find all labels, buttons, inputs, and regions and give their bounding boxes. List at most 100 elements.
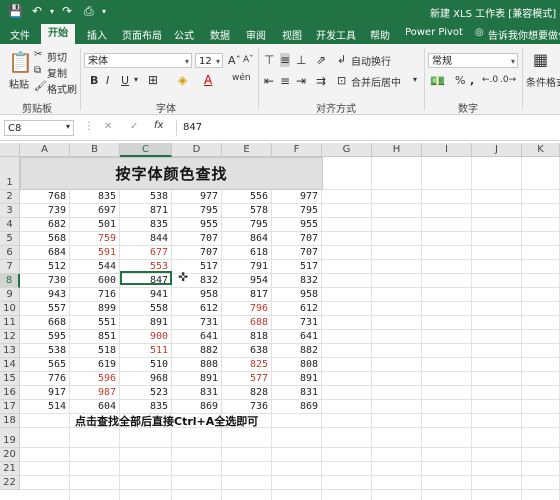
cell-e8[interactable]: 954: [222, 274, 272, 287]
cell-f14[interactable]: 808: [272, 358, 322, 371]
wrap-text-icon[interactable]: ↲: [337, 53, 346, 66]
align-right-icon[interactable]: ⇥: [296, 74, 306, 88]
tab-home[interactable]: 开始: [41, 24, 75, 44]
cell-e17[interactable]: 736: [222, 400, 272, 413]
cell-e3[interactable]: 578: [222, 204, 272, 217]
number-format-combo[interactable]: 常规 ▾: [428, 53, 518, 68]
cell-c10[interactable]: 558: [120, 302, 172, 315]
cell-e5[interactable]: 864: [222, 232, 272, 245]
cell-a15[interactable]: 776: [20, 372, 70, 385]
cell-b16[interactable]: 987: [70, 386, 120, 399]
row-header-14[interactable]: 14: [0, 358, 20, 372]
cell-d2[interactable]: 977: [172, 190, 222, 203]
insert-function-button[interactable]: fx: [154, 120, 163, 131]
cell-d13[interactable]: 882: [172, 344, 222, 357]
cell-e4[interactable]: 795: [222, 218, 272, 231]
chevron-down-icon[interactable]: ▾: [134, 75, 138, 84]
row-header-5[interactable]: 5: [0, 232, 20, 246]
row-header-19[interactable]: 19: [0, 428, 20, 448]
cell-c17[interactable]: 835: [120, 400, 172, 413]
shrink-font-icon[interactable]: Aˇ: [243, 55, 254, 65]
cell-a8[interactable]: 730: [20, 274, 70, 287]
chevron-down-icon[interactable]: ▾: [511, 54, 515, 69]
print-preview-icon[interactable]: ⎙: [84, 4, 94, 19]
paste-icon[interactable]: 📋: [8, 50, 33, 74]
cell-e10[interactable]: 796: [222, 302, 272, 315]
column-header-e[interactable]: E: [222, 143, 272, 157]
cell-d12[interactable]: 641: [172, 330, 222, 343]
instruction-note[interactable]: 点击查找全部后直接Ctrl+A全选即可: [75, 413, 258, 429]
cell-b12[interactable]: 851: [70, 330, 120, 343]
cell-f9[interactable]: 958: [272, 288, 322, 301]
cell-d6[interactable]: 707: [172, 246, 222, 259]
align-top-icon[interactable]: ⊤: [264, 53, 274, 67]
column-header-f[interactable]: F: [272, 143, 322, 157]
decrease-decimal-icon[interactable]: .0→: [500, 75, 516, 85]
tell-me-search[interactable]: 告诉我你想要做什么: [488, 27, 560, 42]
cell-e15[interactable]: 577: [222, 372, 272, 385]
chevron-down-icon[interactable]: ▾: [216, 54, 220, 69]
row-header-2[interactable]: 2: [0, 190, 20, 204]
cell-a17[interactable]: 514: [20, 400, 70, 413]
cell-a9[interactable]: 943: [20, 288, 70, 301]
cell-b14[interactable]: 619: [70, 358, 120, 371]
column-header-j[interactable]: J: [472, 143, 522, 157]
cell-e13[interactable]: 638: [222, 344, 272, 357]
cell-c4[interactable]: 835: [120, 218, 172, 231]
tab-power-pivot[interactable]: Power Pivot: [405, 27, 463, 38]
cell-f16[interactable]: 831: [272, 386, 322, 399]
enter-button[interactable]: ✓: [130, 121, 138, 132]
cell-b8[interactable]: 600: [70, 274, 120, 287]
tab-developer[interactable]: 开发工具: [316, 27, 356, 42]
select-all-corner[interactable]: [0, 143, 20, 157]
cell-e2[interactable]: 556: [222, 190, 272, 203]
cell-b15[interactable]: 596: [70, 372, 120, 385]
align-center-icon[interactable]: ≡: [280, 74, 290, 88]
cell-f8[interactable]: 832: [272, 274, 322, 287]
merge-center-button[interactable]: 合并后居中: [351, 74, 401, 89]
cell-c15[interactable]: 968: [120, 372, 172, 385]
cell-b6[interactable]: 591: [70, 246, 120, 259]
cell-d14[interactable]: 808: [172, 358, 222, 371]
cell-a12[interactable]: 595: [20, 330, 70, 343]
row-header-22[interactable]: 22: [0, 476, 20, 490]
cell-b3[interactable]: 697: [70, 204, 120, 217]
column-header-g[interactable]: G: [322, 143, 372, 157]
cell-f15[interactable]: 891: [272, 372, 322, 385]
row-header-15[interactable]: 15: [0, 372, 20, 386]
align-middle-icon[interactable]: ≡: [280, 53, 291, 67]
cell-b5[interactable]: 759: [70, 232, 120, 245]
spreadsheet-grid[interactable]: A B C D E F G H I J K 1 2 3 4 5 6 7 8 9 10 11 12 13 14 15 16 17 18 19…: [0, 143, 560, 500]
cell-c2[interactable]: 538: [120, 190, 172, 203]
underline-button[interactable]: U: [121, 74, 129, 87]
tab-page-layout[interactable]: 页面布局: [122, 27, 162, 42]
orientation-icon[interactable]: ⇗: [316, 53, 326, 67]
cell-f6[interactable]: 707: [272, 246, 322, 259]
wrap-text-button[interactable]: 自动换行: [351, 53, 391, 68]
cell-f4[interactable]: 955: [272, 218, 322, 231]
cell-e16[interactable]: 828: [222, 386, 272, 399]
cell-f2[interactable]: 977: [272, 190, 322, 203]
tab-review[interactable]: 审阅: [246, 27, 266, 42]
format-painter-icon[interactable]: 🖌: [34, 81, 47, 92]
cell-d17[interactable]: 869: [172, 400, 222, 413]
cut-button[interactable]: 剪切: [47, 49, 67, 64]
row-header-16[interactable]: 16: [0, 386, 20, 400]
cell-b4[interactable]: 501: [70, 218, 120, 231]
currency-icon[interactable]: 💵: [430, 74, 445, 88]
row-header-21[interactable]: 21: [0, 462, 20, 476]
column-header-c[interactable]: C: [120, 143, 172, 157]
column-header-k[interactable]: K: [522, 143, 560, 157]
cell-e7[interactable]: 791: [222, 260, 272, 273]
font-size-combo[interactable]: 12 ▾: [195, 53, 223, 68]
chevron-down-icon[interactable]: ▾: [185, 54, 189, 69]
cell-a7[interactable]: 512: [20, 260, 70, 273]
chevron-down-icon[interactable]: ▾: [50, 7, 54, 16]
chevron-down-icon[interactable]: ▾: [413, 75, 417, 84]
fill-color-icon[interactable]: ◈: [178, 73, 187, 87]
cell-d16[interactable]: 831: [172, 386, 222, 399]
cell-b2[interactable]: 835: [70, 190, 120, 203]
row-header-7[interactable]: 7: [0, 260, 20, 274]
cell-f17[interactable]: 869: [272, 400, 322, 413]
indent-icon[interactable]: ⇉: [316, 74, 326, 88]
